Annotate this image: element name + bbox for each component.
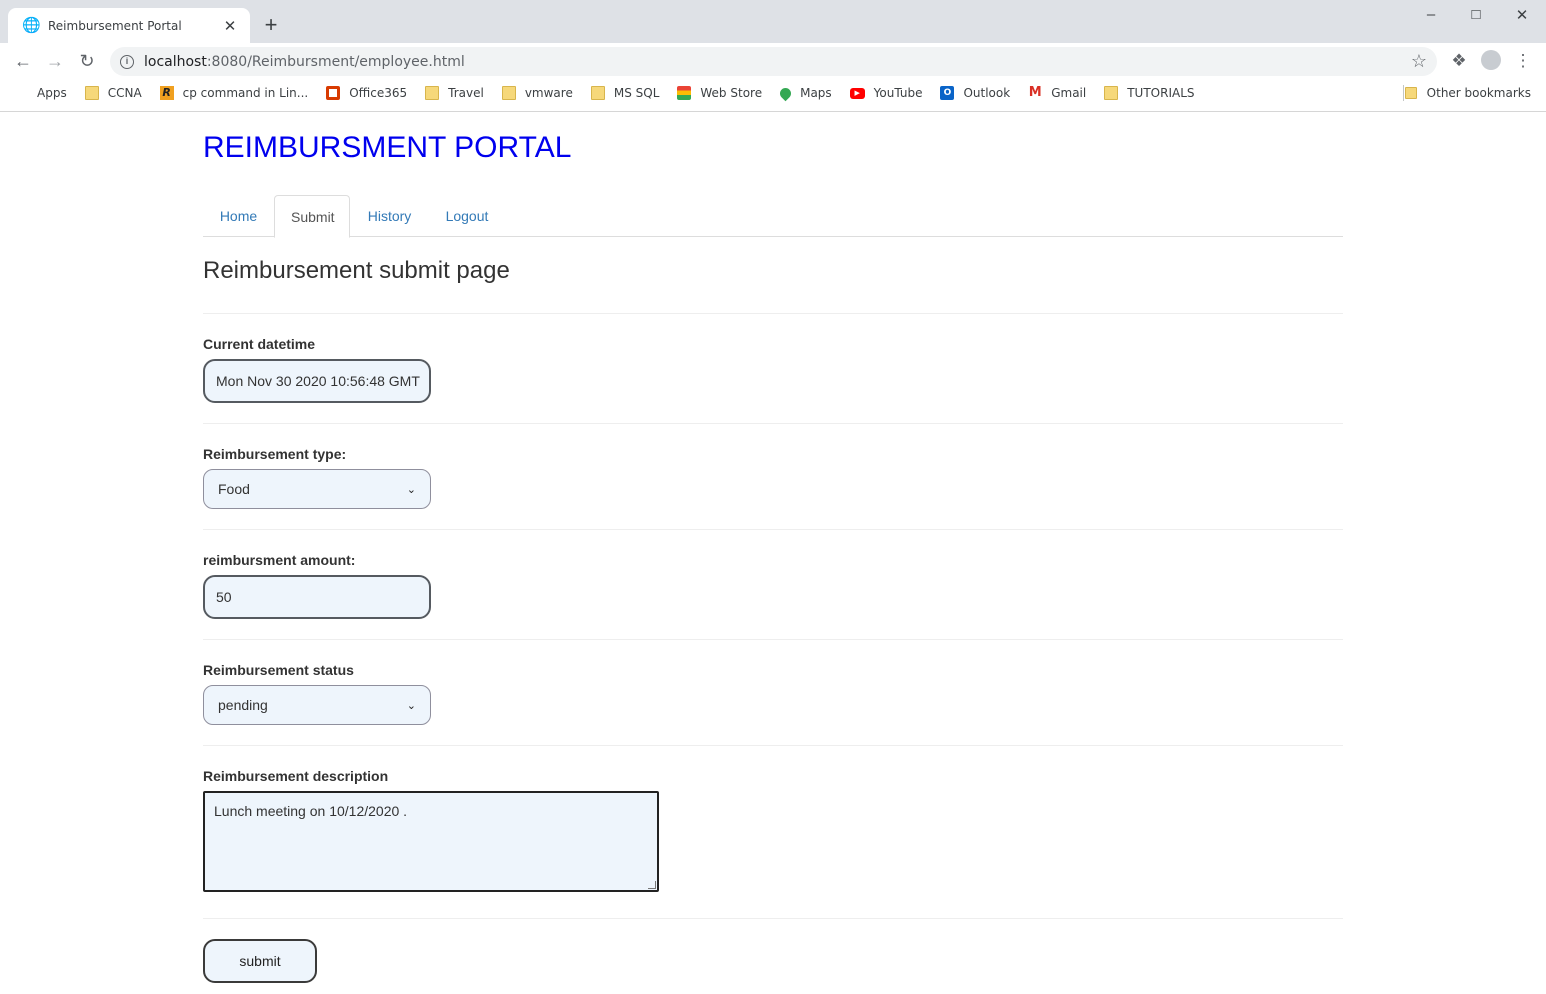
- page-heading: Reimbursement submit page: [203, 257, 510, 284]
- folder-icon: [1104, 86, 1119, 100]
- info-icon[interactable]: i: [120, 54, 134, 69]
- profile-avatar[interactable]: [1481, 50, 1501, 70]
- r-logo-icon: R: [159, 86, 174, 100]
- bookmarks-separator: [1403, 85, 1404, 101]
- resize-handle-icon[interactable]: [648, 881, 656, 889]
- maps-pin-icon: [777, 85, 794, 101]
- datetime-field[interactable]: Mon Nov 30 2020 10:56:48 GMT: [203, 359, 431, 403]
- apps-grid-icon: [14, 86, 28, 100]
- tab-strip: 🌐 Reimbursement Portal ✕ + – □ ✕: [0, 0, 1546, 43]
- datetime-label: Current datetime: [203, 336, 316, 352]
- status-select[interactable]: pending ⌄: [203, 685, 431, 725]
- divider: [203, 313, 1343, 314]
- menu-icon[interactable]: ⋮: [1513, 51, 1533, 71]
- divider: [203, 745, 1343, 746]
- address-bar[interactable]: i localhost:8080/Reimbursment/employee.h…: [110, 47, 1437, 76]
- bookmark-maps[interactable]: Maps: [777, 85, 832, 101]
- bookmark-vmware[interactable]: vmware: [501, 86, 573, 100]
- bookmark-ms-sql[interactable]: MS SQL: [590, 86, 659, 100]
- browser-chrome: 🌐 Reimbursement Portal ✕ + – □ ✕ ← → ↻ i…: [0, 0, 1546, 112]
- forward-icon[interactable]: →: [43, 49, 67, 73]
- tab-history[interactable]: History: [351, 195, 428, 237]
- tab-logout[interactable]: Logout: [429, 195, 505, 237]
- gmail-icon: M: [1028, 85, 1042, 100]
- folder-icon: [1404, 87, 1417, 99]
- browser-tab[interactable]: 🌐 Reimbursement Portal ✕: [8, 8, 250, 43]
- outlook-icon: O: [940, 86, 955, 100]
- youtube-icon: ▶: [849, 87, 865, 99]
- type-select[interactable]: Food ⌄: [203, 469, 431, 509]
- folder-icon: [84, 86, 99, 100]
- bookmark-ccna[interactable]: CCNA: [84, 86, 142, 100]
- status-label: Reimbursement status: [203, 662, 354, 678]
- other-bookmarks[interactable]: Other bookmarks: [1404, 80, 1531, 106]
- divider: [203, 639, 1343, 640]
- bookmark-star-icon[interactable]: ☆: [1411, 51, 1427, 72]
- chevron-down-icon: ⌄: [406, 699, 416, 712]
- description-textarea[interactable]: Lunch meeting on 10/12/2020 .: [203, 791, 659, 892]
- minimize-icon[interactable]: –: [1408, 6, 1454, 23]
- close-window-icon[interactable]: ✕: [1499, 6, 1545, 24]
- folder-icon: [425, 86, 440, 100]
- web-store-icon: [677, 86, 692, 100]
- tab-submit[interactable]: Submit: [274, 195, 350, 238]
- back-icon[interactable]: ←: [11, 49, 35, 73]
- bookmark-office365[interactable]: Office365: [326, 86, 407, 100]
- folder-icon: [501, 86, 516, 100]
- status-selected-value: pending: [218, 697, 268, 713]
- new-tab-icon[interactable]: +: [259, 13, 283, 37]
- amount-label: reimbursment amount:: [203, 552, 356, 568]
- bookmarks-bar: Apps CCNA R cp command in Lin... Office3…: [0, 80, 1546, 106]
- tab-home[interactable]: Home: [203, 195, 274, 237]
- url-text: localhost:8080/Reimbursment/employee.htm…: [144, 53, 465, 70]
- chevron-down-icon: ⌄: [406, 483, 416, 496]
- description-text: Lunch meeting on 10/12/2020 .: [214, 803, 408, 819]
- amount-field[interactable]: 50: [203, 575, 431, 619]
- description-label: Reimbursement description: [203, 768, 389, 784]
- bookmark-cp-command[interactable]: R cp command in Lin...: [159, 86, 308, 100]
- divider: [203, 423, 1343, 424]
- bookmark-travel[interactable]: Travel: [425, 86, 484, 100]
- maximize-icon[interactable]: □: [1453, 6, 1499, 23]
- extensions-icon[interactable]: ❖: [1449, 51, 1469, 71]
- nav-tabs: Home Submit History Logout: [203, 195, 1343, 238]
- bookmark-tutorials[interactable]: TUTORIALS: [1104, 86, 1195, 100]
- bookmark-gmail[interactable]: M Gmail: [1028, 85, 1086, 101]
- bookmark-outlook[interactable]: O Outlook: [940, 86, 1010, 100]
- divider: [203, 918, 1343, 919]
- close-tab-icon[interactable]: ✕: [222, 17, 238, 35]
- reload-icon[interactable]: ↻: [75, 49, 99, 73]
- type-label: Reimbursement type:: [203, 446, 347, 462]
- folder-icon: [590, 86, 605, 100]
- tab-title: Reimbursement Portal: [48, 18, 182, 33]
- browser-toolbar: ← → ↻ i localhost:8080/Reimbursment/empl…: [0, 43, 1546, 79]
- type-selected-value: Food: [218, 481, 250, 497]
- submit-button[interactable]: submit: [203, 939, 317, 983]
- globe-icon: 🌐: [22, 16, 41, 34]
- portal-title[interactable]: REIMBURSMENT PORTAL: [203, 131, 571, 165]
- divider: [203, 529, 1343, 530]
- bookmark-youtube[interactable]: ▶ YouTube: [849, 86, 922, 100]
- bookmark-web-store[interactable]: Web Store: [677, 86, 762, 100]
- office-icon: [326, 86, 341, 100]
- bookmark-apps[interactable]: Apps: [14, 86, 67, 100]
